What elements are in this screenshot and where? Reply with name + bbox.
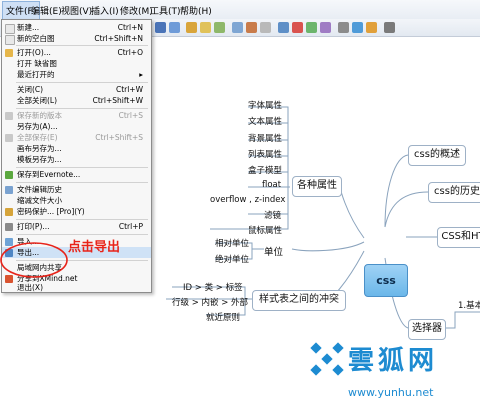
menu-item-save-evernote[interactable]: 保存到Evernote... [2, 169, 151, 180]
menu-item-file-history[interactable]: 文件编辑历史 [2, 184, 151, 195]
printer-icon [5, 223, 13, 231]
topic-css-and-html[interactable]: CSS和HT [437, 227, 480, 248]
menu-item-save-all[interactable]: 全部保存(E) Ctrl+Shift+S [2, 132, 151, 143]
topic-selector[interactable]: 选择器 [408, 319, 446, 340]
subtopic-icon[interactable] [200, 22, 211, 33]
menu-separator [16, 260, 148, 261]
watermark-url: www.yunhu.net [348, 386, 434, 399]
menu-item-exit[interactable]: 退出(X) [2, 284, 151, 292]
property-background[interactable]: 背景属性 [248, 132, 282, 144]
menu-item-lan-share[interactable]: 局域网内共享 [2, 262, 151, 273]
menu-item-save-template[interactable]: 模板另存为... [2, 154, 151, 165]
floating-topic-icon[interactable] [214, 22, 225, 33]
topic-stylesheet-conflict[interactable]: 样式表之间的冲突 [252, 290, 346, 311]
submenu-arrow-icon: ▸ [139, 70, 143, 79]
conflict-id-class-tag[interactable]: ID > 类 > 标签 [183, 281, 243, 293]
folder-icon [5, 49, 13, 57]
menu-item-open[interactable]: 打开(O)... Ctrl+O [2, 47, 151, 58]
watermark-text: 雲狐网 [348, 346, 439, 376]
boundary-icon[interactable] [246, 22, 257, 33]
menu-separator [16, 108, 148, 109]
menu-bar: 文件(F) 编辑(E) 视图(V) 插入(I) 修改(M) 工具(T) 帮助(H… [0, 0, 480, 20]
property-list[interactable]: 列表属性 [248, 148, 282, 160]
menu-item-save-as[interactable]: 另存为(A)... [2, 121, 151, 132]
menu-item-save-canvas[interactable]: 画布另存为... [2, 143, 151, 154]
property-cursor[interactable]: 鼠标属性 [248, 224, 282, 236]
menu-separator [16, 82, 148, 83]
import-icon [5, 238, 13, 246]
conflict-inline-embedded-external[interactable]: 行级 > 内嵌 > 外部 [172, 296, 248, 308]
unit-relative[interactable]: 相对单位 [215, 237, 249, 249]
property-text[interactable]: 文本属性 [248, 115, 282, 127]
menu-item-new[interactable]: 新建... Ctrl+N [2, 22, 151, 34]
evernote-icon [5, 171, 13, 179]
menu-insert[interactable]: 插入(I) [91, 4, 119, 17]
menu-separator [16, 234, 148, 235]
menu-item-print[interactable]: 打印(P)... Ctrl+P [2, 221, 151, 232]
share-icon[interactable] [352, 22, 363, 33]
menu-view[interactable]: 视图(V) [61, 4, 92, 17]
label-icon[interactable] [306, 22, 317, 33]
lock-icon [5, 208, 13, 216]
central-topic[interactable]: css [364, 264, 408, 297]
property-box-model[interactable]: 盒子模型 [248, 164, 282, 176]
watermark-logo-icon [310, 342, 344, 376]
relationship-icon[interactable] [232, 22, 243, 33]
menu-tools[interactable]: 工具(T) [150, 4, 181, 17]
fit-map-icon[interactable] [366, 22, 377, 33]
export-icon [5, 249, 13, 257]
menu-item-open-default[interactable]: 打开 缺省图 [2, 58, 151, 69]
blank-map-icon [5, 35, 15, 45]
unit-absolute[interactable]: 绝对单位 [215, 253, 249, 265]
topic-units[interactable]: 单位 [264, 244, 283, 258]
watermark: 雲狐网 www.yunhu.net [308, 340, 480, 412]
menu-item-close[interactable]: 关闭(C) Ctrl+W [2, 84, 151, 95]
topic-icon[interactable] [186, 22, 197, 33]
menu-item-reduce-size[interactable]: 缩减文件大小 [2, 195, 151, 206]
menu-separator [16, 45, 148, 46]
menu-separator [16, 182, 148, 183]
property-font[interactable]: 字体属性 [248, 99, 282, 111]
menu-edit[interactable]: 编辑(E) [31, 4, 62, 17]
menu-item-save-version[interactable]: 保存新的版本 Ctrl+S [2, 110, 151, 121]
xmind-share-icon [5, 275, 13, 283]
property-overflow-zindex[interactable]: overflow , z-index [210, 195, 285, 205]
marker-icon[interactable] [278, 22, 289, 33]
menu-item-password[interactable]: 密码保护... [Pro](Y) [2, 206, 151, 217]
menu-item-close-all[interactable]: 全部关闭(L) Ctrl+Shift+W [2, 95, 151, 106]
topic-css-overview[interactable]: css的概述 [408, 145, 466, 166]
menu-help[interactable]: 帮助(H) [180, 4, 212, 17]
menu-separator [16, 219, 148, 220]
menu-separator [16, 167, 148, 168]
gear-icon[interactable] [384, 22, 395, 33]
property-float[interactable]: float [262, 180, 281, 190]
note-icon[interactable] [320, 22, 331, 33]
annotation-click-export: 点击导出 [68, 240, 121, 255]
forward-icon[interactable] [169, 22, 180, 33]
presentation-icon[interactable] [338, 22, 349, 33]
conflict-nearest[interactable]: 就近原则 [206, 311, 240, 323]
back-icon[interactable] [155, 22, 166, 33]
menu-modify[interactable]: 修改(M) [120, 4, 153, 17]
topic-css-history[interactable]: css的历史 [428, 182, 480, 203]
menu-item-new-blank[interactable]: 新的空白图 Ctrl+Shift+N [2, 33, 151, 45]
property-filter[interactable]: 滤镜 [264, 209, 281, 221]
save-icon [5, 112, 13, 120]
save-all-icon [5, 134, 13, 142]
summary-icon[interactable] [260, 22, 271, 33]
image-icon[interactable] [292, 22, 303, 33]
menu-item-recent[interactable]: 最近打开的 ▸ [2, 69, 151, 80]
selector-basic[interactable]: 1.基本 [458, 299, 480, 311]
topic-properties[interactable]: 各种属性 [292, 176, 342, 197]
history-icon [5, 186, 13, 194]
